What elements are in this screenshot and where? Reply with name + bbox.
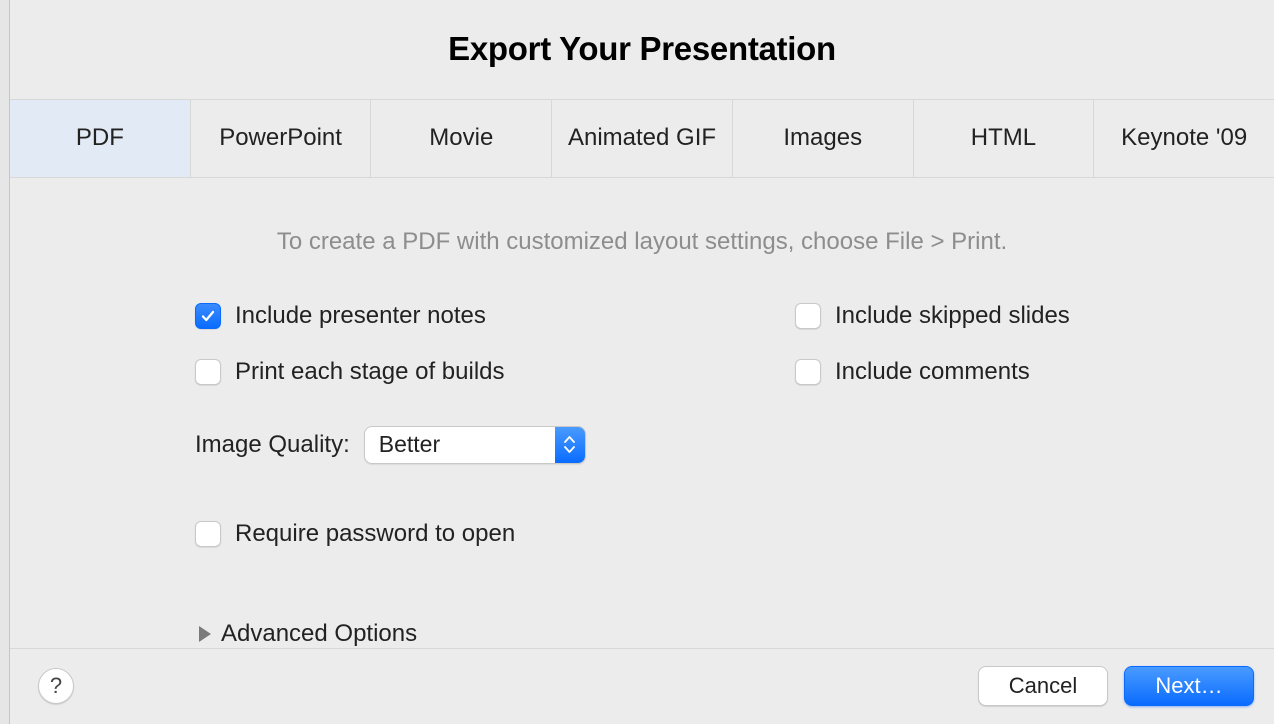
checkbox-label: Print each stage of builds [235, 358, 505, 386]
tab-pdf[interactable]: PDF [10, 100, 191, 177]
stepper-arrows-icon [555, 427, 585, 463]
next-button[interactable]: Next… [1124, 666, 1254, 706]
checkbox-include-comments[interactable] [795, 359, 821, 385]
help-button[interactable]: ? [38, 668, 74, 704]
title-area: Export Your Presentation [10, 0, 1274, 99]
checkbox-print-stage-builds[interactable] [195, 359, 221, 385]
checkbox-include-presenter-notes[interactable] [195, 303, 221, 329]
options-grid: Include presenter notes Include skipped … [10, 302, 1274, 648]
dialog-footer: ? Cancel Next… [10, 648, 1274, 724]
disclosure-triangle-icon [199, 626, 211, 642]
option-require-password: Require password to open [195, 492, 1274, 548]
hint-text: To create a PDF with customized layout s… [10, 228, 1274, 256]
tab-movie[interactable]: Movie [371, 100, 552, 177]
dialog-title: Export Your Presentation [448, 30, 836, 68]
image-quality-select[interactable]: Better [364, 426, 586, 464]
tab-label: HTML [971, 124, 1036, 152]
checkbox-label: Include presenter notes [235, 302, 486, 330]
checkbox-require-password[interactable] [195, 521, 221, 547]
image-quality-label: Image Quality: [195, 431, 350, 459]
cancel-button[interactable]: Cancel [978, 666, 1108, 706]
export-format-tabs: PDF PowerPoint Movie Animated GIF Images… [10, 99, 1274, 178]
checkbox-label: Require password to open [235, 520, 515, 548]
tab-keynote-09[interactable]: Keynote '09 [1094, 100, 1274, 177]
option-print-stage-builds: Print each stage of builds [195, 358, 795, 386]
tab-label: Images [783, 124, 862, 152]
export-dialog: Export Your Presentation PDF PowerPoint … [10, 0, 1274, 724]
check-icon [200, 308, 216, 324]
tab-label: Movie [429, 124, 493, 152]
image-quality-row: Image Quality: Better [195, 414, 1274, 464]
tab-animated-gif[interactable]: Animated GIF [552, 100, 733, 177]
window-left-edge [0, 0, 10, 724]
tab-label: Keynote '09 [1121, 124, 1247, 152]
button-label: Cancel [1009, 673, 1077, 699]
tab-html[interactable]: HTML [914, 100, 1095, 177]
help-icon: ? [50, 673, 62, 699]
tab-label: PowerPoint [219, 124, 342, 152]
checkbox-include-skipped-slides[interactable] [795, 303, 821, 329]
tab-images[interactable]: Images [733, 100, 914, 177]
option-include-presenter-notes: Include presenter notes [195, 302, 795, 330]
tab-label: PDF [76, 124, 124, 152]
checkbox-label: Include skipped slides [835, 302, 1070, 330]
option-include-skipped-slides: Include skipped slides [795, 302, 1274, 330]
button-label: Next… [1155, 673, 1222, 699]
advanced-options-disclosure[interactable]: Advanced Options [195, 576, 1274, 648]
checkbox-label: Include comments [835, 358, 1030, 386]
image-quality-value: Better [365, 427, 555, 463]
advanced-options-label: Advanced Options [221, 620, 417, 648]
tab-powerpoint[interactable]: PowerPoint [191, 100, 372, 177]
dialog-content: To create a PDF with customized layout s… [10, 178, 1274, 648]
option-include-comments: Include comments [795, 358, 1274, 386]
tab-label: Animated GIF [568, 124, 716, 152]
